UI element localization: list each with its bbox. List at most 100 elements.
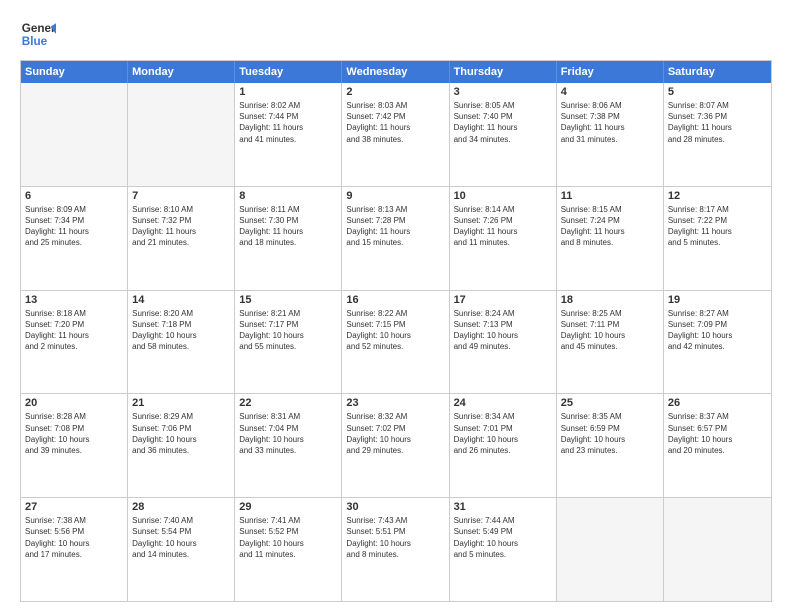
calendar-cell-empty [128,83,235,186]
day-number: 29 [239,501,337,513]
calendar-cell-7: 7 Sunrise: 8:10 AMSunset: 7:32 PMDaylight… [128,187,235,290]
calendar-cell-12: 12 Sunrise: 8:17 AMSunset: 7:22 PMDayligh… [664,187,771,290]
cell-info: Sunrise: 7:40 AMSunset: 5:54 PMDaylight:… [132,515,230,560]
calendar-cell-18: 18Sunrise: 8:25 AMSunset: 7:11 PMDayligh… [557,291,664,394]
day-number: 23 [346,397,444,409]
cell-info: Sunrise: 8:02 AMSunset: 7:44 PMDaylight:… [239,100,337,145]
cell-info: Sunrise: 7:38 AMSunset: 5:56 PMDaylight:… [25,515,123,560]
page: General Blue SundayMondayTuesdayWednesda… [0,0,792,612]
calendar-cell-3: 3 Sunrise: 8:05 AMSunset: 7:40 PMDaylight… [450,83,557,186]
weekday-header-sunday: Sunday [21,61,128,83]
cell-info: Sunrise: 8:29 AMSunset: 7:06 PMDaylight:… [132,411,230,456]
calendar-cell-27: 27 Sunrise: 7:38 AMSunset: 5:56 PMDayligh… [21,498,128,601]
cell-info: Sunrise: 8:37 AMSunset: 6:57 PMDaylight:… [668,411,767,456]
calendar-cell-31: 31Sunrise: 7:44 AMSunset: 5:49 PMDayligh… [450,498,557,601]
day-number: 3 [454,86,552,98]
cell-info: Sunrise: 8:22 AMSunset: 7:15 PMDaylight:… [346,308,444,353]
calendar-row-2: 13 Sunrise: 8:18 AMSunset: 7:20 PMDayligh… [21,290,771,394]
cell-info: Sunrise: 8:10 AMSunset: 7:32 PMDaylight:… [132,204,230,249]
day-number: 22 [239,397,337,409]
day-number: 8 [239,190,337,202]
cell-info: Sunrise: 8:34 AMSunset: 7:01 PMDaylight:… [454,411,552,456]
svg-text:Blue: Blue [22,35,48,48]
weekday-header-monday: Monday [128,61,235,83]
cell-info: Sunrise: 8:21 AMSunset: 7:17 PMDaylight:… [239,308,337,353]
calendar-cell-10: 10 Sunrise: 8:14 AMSunset: 7:26 PMDayligh… [450,187,557,290]
calendar-cell-empty [21,83,128,186]
cell-info: Sunrise: 8:17 AMSunset: 7:22 PMDaylight:… [668,204,767,249]
day-number: 11 [561,190,659,202]
cell-info: Sunrise: 8:05 AMSunset: 7:40 PMDaylight:… [454,100,552,145]
header: General Blue [20,16,772,52]
day-number: 19 [668,294,767,306]
calendar-row-3: 20 Sunrise: 8:28 AMSunset: 7:08 PMDayligh… [21,393,771,497]
day-number: 31 [454,501,552,513]
cell-info: Sunrise: 7:41 AMSunset: 5:52 PMDaylight:… [239,515,337,560]
calendar-row-0: 1 Sunrise: 8:02 AMSunset: 7:44 PMDaylight… [21,83,771,186]
calendar: SundayMondayTuesdayWednesdayThursdayFrid… [20,60,772,602]
day-number: 13 [25,294,123,306]
day-number: 27 [25,501,123,513]
weekday-header-wednesday: Wednesday [342,61,449,83]
cell-info: Sunrise: 8:13 AMSunset: 7:28 PMDaylight:… [346,204,444,249]
day-number: 6 [25,190,123,202]
cell-info: Sunrise: 8:15 AMSunset: 7:24 PMDaylight:… [561,204,659,249]
calendar-cell-26: 26Sunrise: 8:37 AMSunset: 6:57 PMDayligh… [664,394,771,497]
day-number: 16 [346,294,444,306]
calendar-row-1: 6Sunrise: 8:09 AMSunset: 7:34 PMDaylight… [21,186,771,290]
calendar-body: 1 Sunrise: 8:02 AMSunset: 7:44 PMDaylight… [21,83,771,601]
calendar-cell-25: 25Sunrise: 8:35 AMSunset: 6:59 PMDayligh… [557,394,664,497]
calendar-cell-24: 24 Sunrise: 8:34 AMSunset: 7:01 PMDayligh… [450,394,557,497]
calendar-cell-22: 22 Sunrise: 8:31 AMSunset: 7:04 PMDayligh… [235,394,342,497]
cell-info: Sunrise: 8:32 AMSunset: 7:02 PMDaylight:… [346,411,444,456]
calendar-cell-9: 9 Sunrise: 8:13 AMSunset: 7:28 PMDaylight… [342,187,449,290]
calendar-cell-6: 6Sunrise: 8:09 AMSunset: 7:34 PMDaylight… [21,187,128,290]
calendar-cell-14: 14Sunrise: 8:20 AMSunset: 7:18 PMDayligh… [128,291,235,394]
cell-info: Sunrise: 8:18 AMSunset: 7:20 PMDaylight:… [25,308,123,353]
weekday-header-friday: Friday [557,61,664,83]
cell-info: Sunrise: 8:07 AMSunset: 7:36 PMDaylight:… [668,100,767,145]
day-number: 20 [25,397,123,409]
day-number: 30 [346,501,444,513]
calendar-cell-17: 17Sunrise: 8:24 AMSunset: 7:13 PMDayligh… [450,291,557,394]
cell-info: Sunrise: 8:14 AMSunset: 7:26 PMDaylight:… [454,204,552,249]
day-number: 10 [454,190,552,202]
calendar-cell-29: 29 Sunrise: 7:41 AMSunset: 5:52 PMDayligh… [235,498,342,601]
calendar-cell-19: 19Sunrise: 8:27 AMSunset: 7:09 PMDayligh… [664,291,771,394]
day-number: 2 [346,86,444,98]
calendar-cell-5: 5 Sunrise: 8:07 AMSunset: 7:36 PMDaylight… [664,83,771,186]
cell-info: Sunrise: 8:06 AMSunset: 7:38 PMDaylight:… [561,100,659,145]
calendar-row-4: 27 Sunrise: 7:38 AMSunset: 5:56 PMDayligh… [21,497,771,601]
day-number: 5 [668,86,767,98]
day-number: 15 [239,294,337,306]
day-number: 9 [346,190,444,202]
cell-info: Sunrise: 8:31 AMSunset: 7:04 PMDaylight:… [239,411,337,456]
logo: General Blue [20,16,56,52]
calendar-cell-28: 28 Sunrise: 7:40 AMSunset: 5:54 PMDayligh… [128,498,235,601]
weekday-header-thursday: Thursday [450,61,557,83]
day-number: 1 [239,86,337,98]
weekday-header-saturday: Saturday [664,61,771,83]
day-number: 28 [132,501,230,513]
day-number: 21 [132,397,230,409]
calendar-cell-30: 30 Sunrise: 7:43 AMSunset: 5:51 PMDayligh… [342,498,449,601]
logo-icon: General Blue [20,16,56,52]
day-number: 24 [454,397,552,409]
calendar-cell-15: 15 Sunrise: 8:21 AMSunset: 7:17 PMDayligh… [235,291,342,394]
weekday-header-tuesday: Tuesday [235,61,342,83]
cell-info: Sunrise: 8:20 AMSunset: 7:18 PMDaylight:… [132,308,230,353]
day-number: 7 [132,190,230,202]
calendar-cell-8: 8 Sunrise: 8:11 AMSunset: 7:30 PMDaylight… [235,187,342,290]
cell-info: Sunrise: 7:43 AMSunset: 5:51 PMDaylight:… [346,515,444,560]
calendar-cell-4: 4 Sunrise: 8:06 AMSunset: 7:38 PMDaylight… [557,83,664,186]
cell-info: Sunrise: 8:03 AMSunset: 7:42 PMDaylight:… [346,100,444,145]
cell-info: Sunrise: 8:25 AMSunset: 7:11 PMDaylight:… [561,308,659,353]
day-number: 4 [561,86,659,98]
calendar-cell-empty [557,498,664,601]
cell-info: Sunrise: 8:28 AMSunset: 7:08 PMDaylight:… [25,411,123,456]
cell-info: Sunrise: 8:11 AMSunset: 7:30 PMDaylight:… [239,204,337,249]
cell-info: Sunrise: 8:24 AMSunset: 7:13 PMDaylight:… [454,308,552,353]
day-number: 25 [561,397,659,409]
day-number: 12 [668,190,767,202]
calendar-cell-16: 16 Sunrise: 8:22 AMSunset: 7:15 PMDayligh… [342,291,449,394]
